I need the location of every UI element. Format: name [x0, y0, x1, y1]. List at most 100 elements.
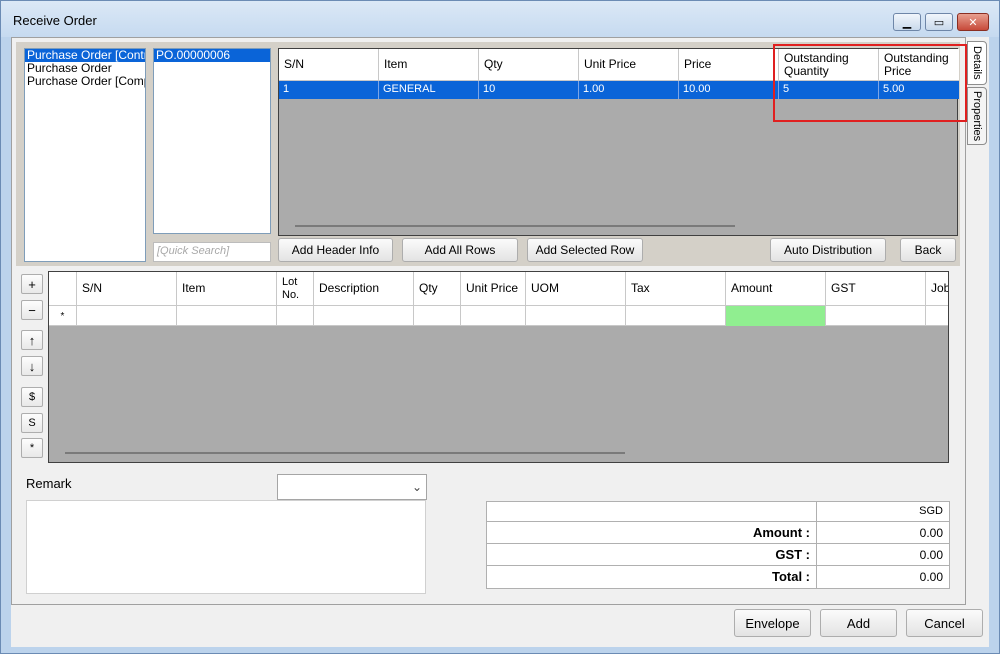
total-value: 0.00: [919, 570, 943, 584]
new-lot-cell[interactable]: [277, 306, 314, 326]
window-title: Receive Order: [13, 13, 97, 28]
arrow-up-icon: ↑: [28, 332, 36, 348]
cell-unit-price[interactable]: 1.00: [579, 81, 679, 99]
amount-row: Amount : 0.00: [487, 522, 949, 544]
col-unit-price[interactable]: Unit Price: [461, 272, 526, 305]
po-grid-scrollbar[interactable]: [295, 225, 735, 227]
add-selected-row-button[interactable]: Add Selected Row: [527, 238, 643, 262]
col-item[interactable]: Item: [177, 272, 277, 305]
amount-label: Amount :: [487, 522, 817, 544]
col-tax[interactable]: Tax: [626, 272, 726, 305]
tab-details-label: Details: [971, 46, 983, 80]
cell-qty[interactable]: 10: [479, 81, 579, 99]
po-col-item[interactable]: Item: [379, 49, 479, 80]
col-qty[interactable]: Qty: [414, 272, 461, 305]
new-job-cell[interactable]: [926, 306, 948, 326]
new-qty-cell[interactable]: [414, 306, 461, 326]
row-header-col: [49, 272, 77, 305]
envelope-button[interactable]: Envelope: [734, 609, 811, 637]
cancel-button[interactable]: Cancel: [906, 609, 983, 637]
quick-search-input[interactable]: [Quick Search]: [153, 242, 271, 262]
remark-dropdown[interactable]: ⌄: [277, 474, 427, 500]
details-panel: Purchase Order [Contra Purchase Order Pu…: [11, 37, 967, 605]
tab-properties-label: Properties: [971, 90, 983, 142]
remark-label: Remark: [26, 476, 72, 491]
new-unit-price-cell[interactable]: [461, 306, 526, 326]
tab-properties[interactable]: Properties: [967, 87, 987, 145]
maximize-button[interactable]: ▭: [925, 13, 953, 31]
gst-value: 0.00: [919, 548, 943, 562]
document-list[interactable]: PO.00000006: [153, 48, 271, 234]
new-sn-cell[interactable]: [77, 306, 177, 326]
gst-row: GST : 0.00: [487, 544, 949, 566]
dollar-icon: $: [28, 391, 36, 403]
col-sn[interactable]: S/N: [77, 272, 177, 305]
order-type-item[interactable]: Purchase Order [Comple: [25, 75, 145, 88]
s-button[interactable]: S: [21, 413, 43, 433]
col-description[interactable]: Description: [314, 272, 414, 305]
totals-header-row: SGD: [487, 502, 949, 522]
gst-label: GST :: [487, 544, 817, 566]
new-gst-cell[interactable]: [826, 306, 926, 326]
receive-items-grid: S/N Item Lot No. Description Qty Unit Pr…: [48, 271, 949, 463]
new-row[interactable]: *: [49, 306, 948, 326]
client-area: Purchase Order [Contra Purchase Order Pu…: [11, 37, 989, 647]
close-button[interactable]: ✕: [957, 13, 989, 31]
minimize-button[interactable]: ▁: [893, 13, 921, 31]
amount-value: 0.00: [919, 526, 943, 540]
move-up-button[interactable]: ↑: [21, 330, 43, 350]
col-lot-no[interactable]: Lot No.: [277, 272, 314, 305]
detail-grid-header: S/N Item Lot No. Description Qty Unit Pr…: [49, 272, 948, 306]
po-col-qty[interactable]: Qty: [479, 49, 579, 80]
col-job[interactable]: Job: [926, 272, 948, 305]
po-col-sn[interactable]: S/N: [279, 49, 379, 80]
auto-distribution-button[interactable]: Auto Distribution: [770, 238, 886, 262]
s-icon: S: [28, 417, 36, 429]
maximize-icon: ▭: [933, 16, 945, 29]
po-col-unit-price[interactable]: Unit Price: [579, 49, 679, 80]
cell-price[interactable]: 10.00: [679, 81, 779, 99]
remark-textarea[interactable]: [26, 500, 426, 594]
document-item[interactable]: PO.00000006: [154, 49, 270, 62]
new-description-cell[interactable]: [314, 306, 414, 326]
remove-row-button[interactable]: −: [21, 300, 43, 320]
close-icon: ✕: [968, 16, 978, 29]
cell-sn[interactable]: 1: [279, 81, 379, 99]
total-row: Total : 0.00: [487, 566, 949, 588]
cell-item[interactable]: GENERAL: [379, 81, 479, 99]
chevron-down-icon: ⌄: [411, 480, 422, 494]
po-selection-area: Purchase Order [Contra Purchase Order Pu…: [16, 42, 967, 266]
order-type-list[interactable]: Purchase Order [Contra Purchase Order Pu…: [24, 48, 146, 262]
new-uom-cell[interactable]: [526, 306, 626, 326]
new-item-cell[interactable]: [177, 306, 277, 326]
col-amount[interactable]: Amount: [726, 272, 826, 305]
add-row-button[interactable]: +: [21, 274, 43, 294]
total-label: Total :: [487, 566, 817, 588]
new-tax-cell[interactable]: [626, 306, 726, 326]
currency-label: SGD: [919, 505, 943, 517]
col-gst[interactable]: GST: [826, 272, 926, 305]
minimize-icon: ▁: [902, 16, 912, 29]
new-amount-cell[interactable]: [726, 306, 826, 326]
po-col-price[interactable]: Price: [679, 49, 779, 80]
star-button[interactable]: *: [21, 438, 43, 458]
highlight-box: [773, 44, 967, 122]
new-row-marker: *: [49, 306, 77, 326]
plus-icon: +: [28, 276, 36, 292]
detail-grid-scrollbar[interactable]: [65, 452, 625, 454]
col-uom[interactable]: UOM: [526, 272, 626, 305]
totals-header-blank: [487, 502, 817, 522]
title-bar: Receive Order ▁ ▭ ✕: [1, 1, 999, 37]
tab-details[interactable]: Details: [967, 41, 987, 85]
price-button[interactable]: $: [21, 387, 43, 407]
minus-icon: −: [28, 302, 36, 318]
arrow-down-icon: ↓: [28, 358, 36, 374]
totals-table: SGD Amount : 0.00 GST : 0.00 Total : 0.0…: [486, 501, 950, 589]
add-header-info-button[interactable]: Add Header Info: [278, 238, 393, 262]
add-button[interactable]: Add: [820, 609, 897, 637]
add-all-rows-button[interactable]: Add All Rows: [402, 238, 518, 262]
move-down-button[interactable]: ↓: [21, 356, 43, 376]
receive-order-window: Receive Order ▁ ▭ ✕ Purchase Order [Cont…: [0, 0, 1000, 654]
star-icon: *: [29, 442, 35, 454]
back-button[interactable]: Back: [900, 238, 956, 262]
